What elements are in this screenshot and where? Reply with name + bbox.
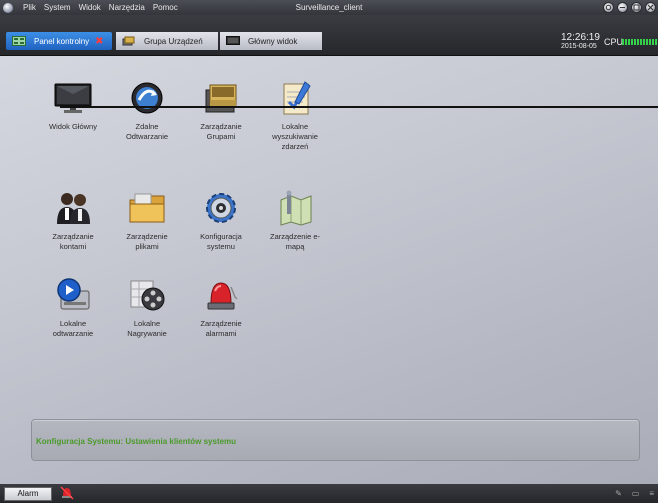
item-lokalne-odtwarzanie[interactable]: Lokalne odtwarzanie (38, 277, 108, 339)
tab-bar: Panel kontrolny ✖ Grupa Urządzeń Główny … (0, 15, 658, 56)
item-label: kontami (59, 242, 87, 251)
item-label: Odtwarzanie (125, 132, 169, 141)
cpu-label: CPU (604, 37, 624, 47)
tab-grupa-urzadzen[interactable]: Grupa Urządzeń (116, 32, 218, 50)
item-zdalne-odtwarzanie[interactable]: Zdalne Odtwarzanie (112, 80, 182, 142)
item-zarzadzanie-grupami[interactable]: Zarządzanie Grupami (186, 80, 256, 142)
remote-playback-icon (131, 82, 163, 114)
folder-icon (129, 193, 165, 223)
status-icons: ✎ ▭ ≡ (615, 489, 654, 498)
settings-icon (605, 4, 612, 11)
monitor-icon (226, 36, 240, 45)
event-search-icon (283, 81, 311, 115)
menu-pomoc[interactable]: Pomoc (149, 0, 182, 15)
settings-button[interactable] (603, 2, 614, 13)
item-label: Zarządzenie e- (269, 232, 321, 241)
menu-bar: Plik System Widok Narzędzia Pomoc (19, 0, 182, 15)
tab-label: Grupa Urządzeń (144, 36, 203, 46)
film-reel-icon (130, 280, 165, 311)
item-konfiguracja-systemu[interactable]: Konfiguracja systemu (186, 190, 256, 252)
item-zarzadzenie-alarmami[interactable]: Zarządzenie alarmami (186, 277, 256, 339)
status-bar: Alarm ✎ ▭ ≡ (0, 484, 658, 503)
alarm-button[interactable]: Alarm (4, 487, 52, 501)
info-box: Konfiguracja Systemu: Ustawienia klientó… (31, 419, 640, 461)
clock-date: 2015-08-05 (561, 43, 597, 50)
item-label: Lokalne (281, 122, 309, 131)
app-logo-icon[interactable] (3, 2, 13, 13)
more-icon[interactable]: ≡ (649, 489, 654, 498)
item-label: Grupami (206, 132, 236, 141)
maximize-button[interactable] (631, 2, 642, 13)
item-label: odtwarzanie (52, 329, 94, 338)
close-button[interactable] (645, 2, 656, 13)
control-panel-icon (12, 36, 26, 46)
tab-close-icon[interactable]: ✖ (95, 36, 103, 47)
clock: 12:26:19 2015-08-05 (561, 33, 600, 51)
item-zarzadzanie-kontami[interactable]: Zarządzanie kontami (38, 190, 108, 252)
gear-icon (206, 193, 236, 223)
minimize-button[interactable] (617, 2, 628, 13)
item-label: Lokalne (59, 319, 87, 328)
item-label: Konfiguracja (200, 232, 242, 241)
device-group-icon (122, 36, 135, 46)
accounts-icon (57, 193, 90, 224)
clock-time: 12:26:19 (561, 32, 600, 43)
item-label: Zdalne (135, 122, 159, 131)
item-label: Lokalne (133, 319, 161, 328)
menu-widok[interactable]: Widok (75, 0, 105, 15)
control-panel-grid: Widok Główny Zdalne Odtwarzanie Zarządza… (0, 57, 658, 417)
window-controls (603, 2, 656, 13)
tab-label: Panel kontrolny (34, 36, 90, 46)
local-playback-icon (57, 278, 90, 310)
item-label: systemu (207, 242, 235, 251)
menu-narzedzia[interactable]: Narzędzia (105, 0, 149, 15)
pointer-line (60, 106, 658, 108)
monitor-icon (54, 83, 92, 113)
item-label: plikami (135, 242, 159, 251)
item-label: zdarzeń (281, 142, 309, 151)
cpu-meter (622, 39, 658, 45)
item-label: Zarządzanie (200, 122, 242, 131)
tab-panel-kontrolny[interactable]: Panel kontrolny ✖ (6, 32, 112, 50)
item-label: mapą (285, 242, 305, 251)
item-label: alarmami (205, 329, 237, 338)
tab-glowny-widok[interactable]: Główny widok (220, 32, 322, 50)
emap-icon (280, 190, 312, 226)
group-management-icon (205, 84, 237, 113)
maximize-icon (633, 4, 640, 11)
item-lokalne-nagrywanie[interactable]: Lokalne Nagrywanie (112, 277, 182, 339)
alarm-mute-icon[interactable] (60, 486, 74, 500)
info-text: Konfiguracja Systemu: Ustawienia klientó… (36, 437, 237, 446)
item-label: Nagrywanie (127, 329, 167, 338)
menu-system[interactable]: System (40, 0, 75, 15)
menu-plik[interactable]: Plik (19, 0, 40, 15)
item-label: Zarządzanie (52, 232, 94, 241)
item-zarzadzenie-plikami[interactable]: Zarządzenie plikami (112, 190, 182, 252)
item-label: Zarządzenie (126, 232, 168, 241)
item-lokalne-wyszukiwanie[interactable]: Lokalne wyszukiwanie zdarzeń (260, 80, 330, 152)
pin-icon[interactable]: ✎ (615, 489, 622, 498)
tab-label: Główny widok (248, 36, 298, 46)
close-icon (647, 4, 654, 11)
item-label: wyszukiwanie (272, 132, 318, 141)
alarm-siren-icon (207, 282, 238, 310)
item-label: Widok Główny (49, 122, 97, 131)
item-zarzadzenie-emapa[interactable]: Zarządzenie e- mapą (260, 190, 330, 252)
title-bar: Plik System Widok Narzędzia Pomoc Survei… (0, 0, 658, 15)
window-icon[interactable]: ▭ (632, 489, 640, 498)
minimize-icon (620, 7, 625, 8)
item-label: Zarządzenie (200, 319, 242, 328)
